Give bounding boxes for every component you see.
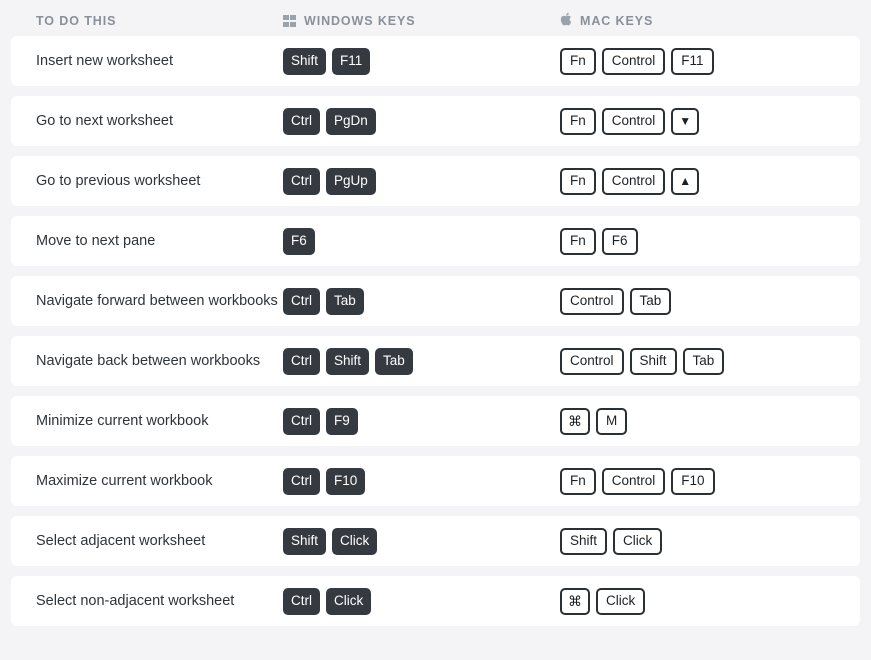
mac-keys-cell: ⌘ M	[560, 407, 860, 435]
key-cap[interactable]: Control	[601, 47, 666, 75]
apple-logo-icon	[560, 12, 572, 29]
key-cap[interactable]: F11	[332, 47, 371, 75]
key-cap[interactable]: Control	[601, 107, 666, 135]
key-cap[interactable]: Tab	[375, 347, 413, 375]
windows-keys-cell: Shift F11	[283, 47, 560, 75]
key-cap[interactable]: Ctrl	[283, 167, 320, 195]
column-header-mac-label: MAC KEYS	[580, 14, 654, 28]
table-row: Minimize current workbook Ctrl F9 ⌘ M	[11, 396, 860, 446]
arrow-up-icon[interactable]: ▲	[671, 167, 700, 195]
command-icon[interactable]: ⌘	[560, 587, 590, 615]
mac-keys-cell: Fn F6	[560, 227, 860, 255]
key-cap[interactable]: F10	[326, 467, 366, 495]
key-cap[interactable]: Control	[601, 167, 666, 195]
mac-keys-cell: Control Tab	[560, 287, 860, 315]
mac-keys-cell: Control Shift Tab	[560, 347, 860, 375]
key-cap[interactable]: Ctrl	[283, 587, 320, 615]
key-cap[interactable]: Fn	[560, 47, 596, 75]
key-cap[interactable]: PgDn	[326, 107, 376, 135]
mac-keys-cell: Fn Control F10	[560, 467, 860, 495]
column-header-windows-label: WINDOWS KEYS	[304, 14, 416, 28]
command-icon[interactable]: ⌘	[560, 407, 590, 435]
key-cap[interactable]: Control	[601, 467, 666, 495]
windows-keys-cell: F6	[283, 227, 560, 255]
key-cap[interactable]: Ctrl	[283, 347, 320, 375]
key-cap[interactable]: Ctrl	[283, 287, 320, 315]
key-cap[interactable]: Shift	[283, 527, 327, 555]
table-row: Select non-adjacent worksheet Ctrl Click ⌘ C…	[11, 576, 860, 626]
table-row: Navigate back between workbooks Ctrl Shift…	[11, 336, 860, 386]
key-cap[interactable]: Click	[596, 587, 646, 615]
key-cap[interactable]: Tab	[682, 347, 725, 375]
key-cap[interactable]: Control	[560, 347, 624, 375]
task-description: Select adjacent worksheet	[36, 533, 206, 549]
table-row: Navigate forward between workbooks Ctrl Ta…	[11, 276, 860, 326]
table-row: Select adjacent worksheet Shift Click Shift…	[11, 516, 860, 566]
key-cap[interactable]: Shift	[283, 47, 327, 75]
task-description: Maximize current workbook	[36, 473, 213, 489]
table-header: TO DO THIS WINDOWS KEYS MAC KEYS	[0, 6, 871, 36]
mac-keys-cell: Fn Control F11	[560, 47, 860, 75]
column-header-mac: MAC KEYS	[560, 12, 871, 30]
key-cap[interactable]: Fn	[560, 167, 596, 195]
table-row: Go to next worksheet Ctrl PgDn Fn Control ▼	[11, 96, 860, 146]
arrow-down-icon[interactable]: ▼	[671, 107, 700, 135]
key-cap[interactable]: Shift	[326, 347, 370, 375]
windows-keys-cell: Ctrl F9	[283, 407, 560, 435]
key-cap[interactable]: Fn	[560, 227, 596, 255]
key-cap[interactable]: Shift	[629, 347, 677, 375]
shortcut-reference-table: TO DO THIS WINDOWS KEYS MAC KEYS Insert …	[0, 6, 871, 660]
table-row: Go to previous worksheet Ctrl PgUp Fn Contro…	[11, 156, 860, 206]
task-description: Insert new worksheet	[36, 53, 174, 69]
key-cap[interactable]: F10	[671, 467, 715, 495]
key-cap[interactable]: Click	[332, 527, 378, 555]
mac-keys-cell: ⌘ Click	[560, 587, 860, 615]
task-description: Move to next pane	[36, 233, 156, 249]
windows-logo-icon	[283, 14, 296, 28]
key-cap[interactable]: Click	[613, 527, 663, 555]
table-row: Move to next pane F6 Fn F6	[11, 216, 860, 266]
windows-keys-cell: Ctrl Click	[283, 587, 560, 615]
column-header-task-label: TO DO THIS	[36, 14, 117, 28]
windows-keys-cell: Shift Click	[283, 527, 560, 555]
key-cap[interactable]: F6	[601, 227, 638, 255]
mac-keys-cell: Fn Control ▼	[560, 107, 860, 135]
key-cap[interactable]: Shift	[560, 527, 608, 555]
key-cap[interactable]: Ctrl	[283, 107, 320, 135]
key-cap[interactable]: F6	[283, 227, 315, 255]
windows-keys-cell: Ctrl Shift Tab	[283, 347, 560, 375]
windows-keys-cell: Ctrl PgDn	[283, 107, 560, 135]
shortcut-rows: Insert new worksheet Shift F11 Fn Control F11…	[0, 36, 871, 626]
column-header-windows: WINDOWS KEYS	[283, 14, 560, 28]
table-row: Insert new worksheet Shift F11 Fn Control F11	[11, 36, 860, 86]
key-cap[interactable]: Tab	[629, 287, 672, 315]
key-cap[interactable]: PgUp	[326, 167, 376, 195]
task-description: Select non-adjacent worksheet	[36, 593, 235, 609]
key-cap[interactable]: Fn	[560, 467, 596, 495]
key-cap[interactable]: Fn	[560, 107, 596, 135]
mac-keys-cell: Shift Click	[560, 527, 860, 555]
task-description: Navigate back between workbooks	[36, 353, 261, 369]
windows-keys-cell: Ctrl F10	[283, 467, 560, 495]
key-cap[interactable]: F11	[671, 47, 714, 75]
mac-keys-cell: Fn Control ▲	[560, 167, 860, 195]
key-cap[interactable]: Click	[326, 587, 372, 615]
key-cap[interactable]: Ctrl	[283, 467, 320, 495]
windows-keys-cell: Ctrl Tab	[283, 287, 560, 315]
key-cap[interactable]: Control	[560, 287, 624, 315]
key-cap[interactable]: Tab	[326, 287, 364, 315]
key-cap[interactable]: M	[596, 407, 628, 435]
table-row: Maximize current workbook Ctrl F10 Fn Contro…	[11, 456, 860, 506]
windows-keys-cell: Ctrl PgUp	[283, 167, 560, 195]
task-description: Navigate forward between workbooks	[36, 293, 278, 309]
task-description: Go to next worksheet	[36, 113, 174, 129]
key-cap[interactable]: F9	[326, 407, 358, 435]
task-description: Minimize current workbook	[36, 413, 209, 429]
column-header-task: TO DO THIS	[11, 14, 283, 28]
task-description: Go to previous worksheet	[36, 173, 201, 189]
key-cap[interactable]: Ctrl	[283, 407, 320, 435]
